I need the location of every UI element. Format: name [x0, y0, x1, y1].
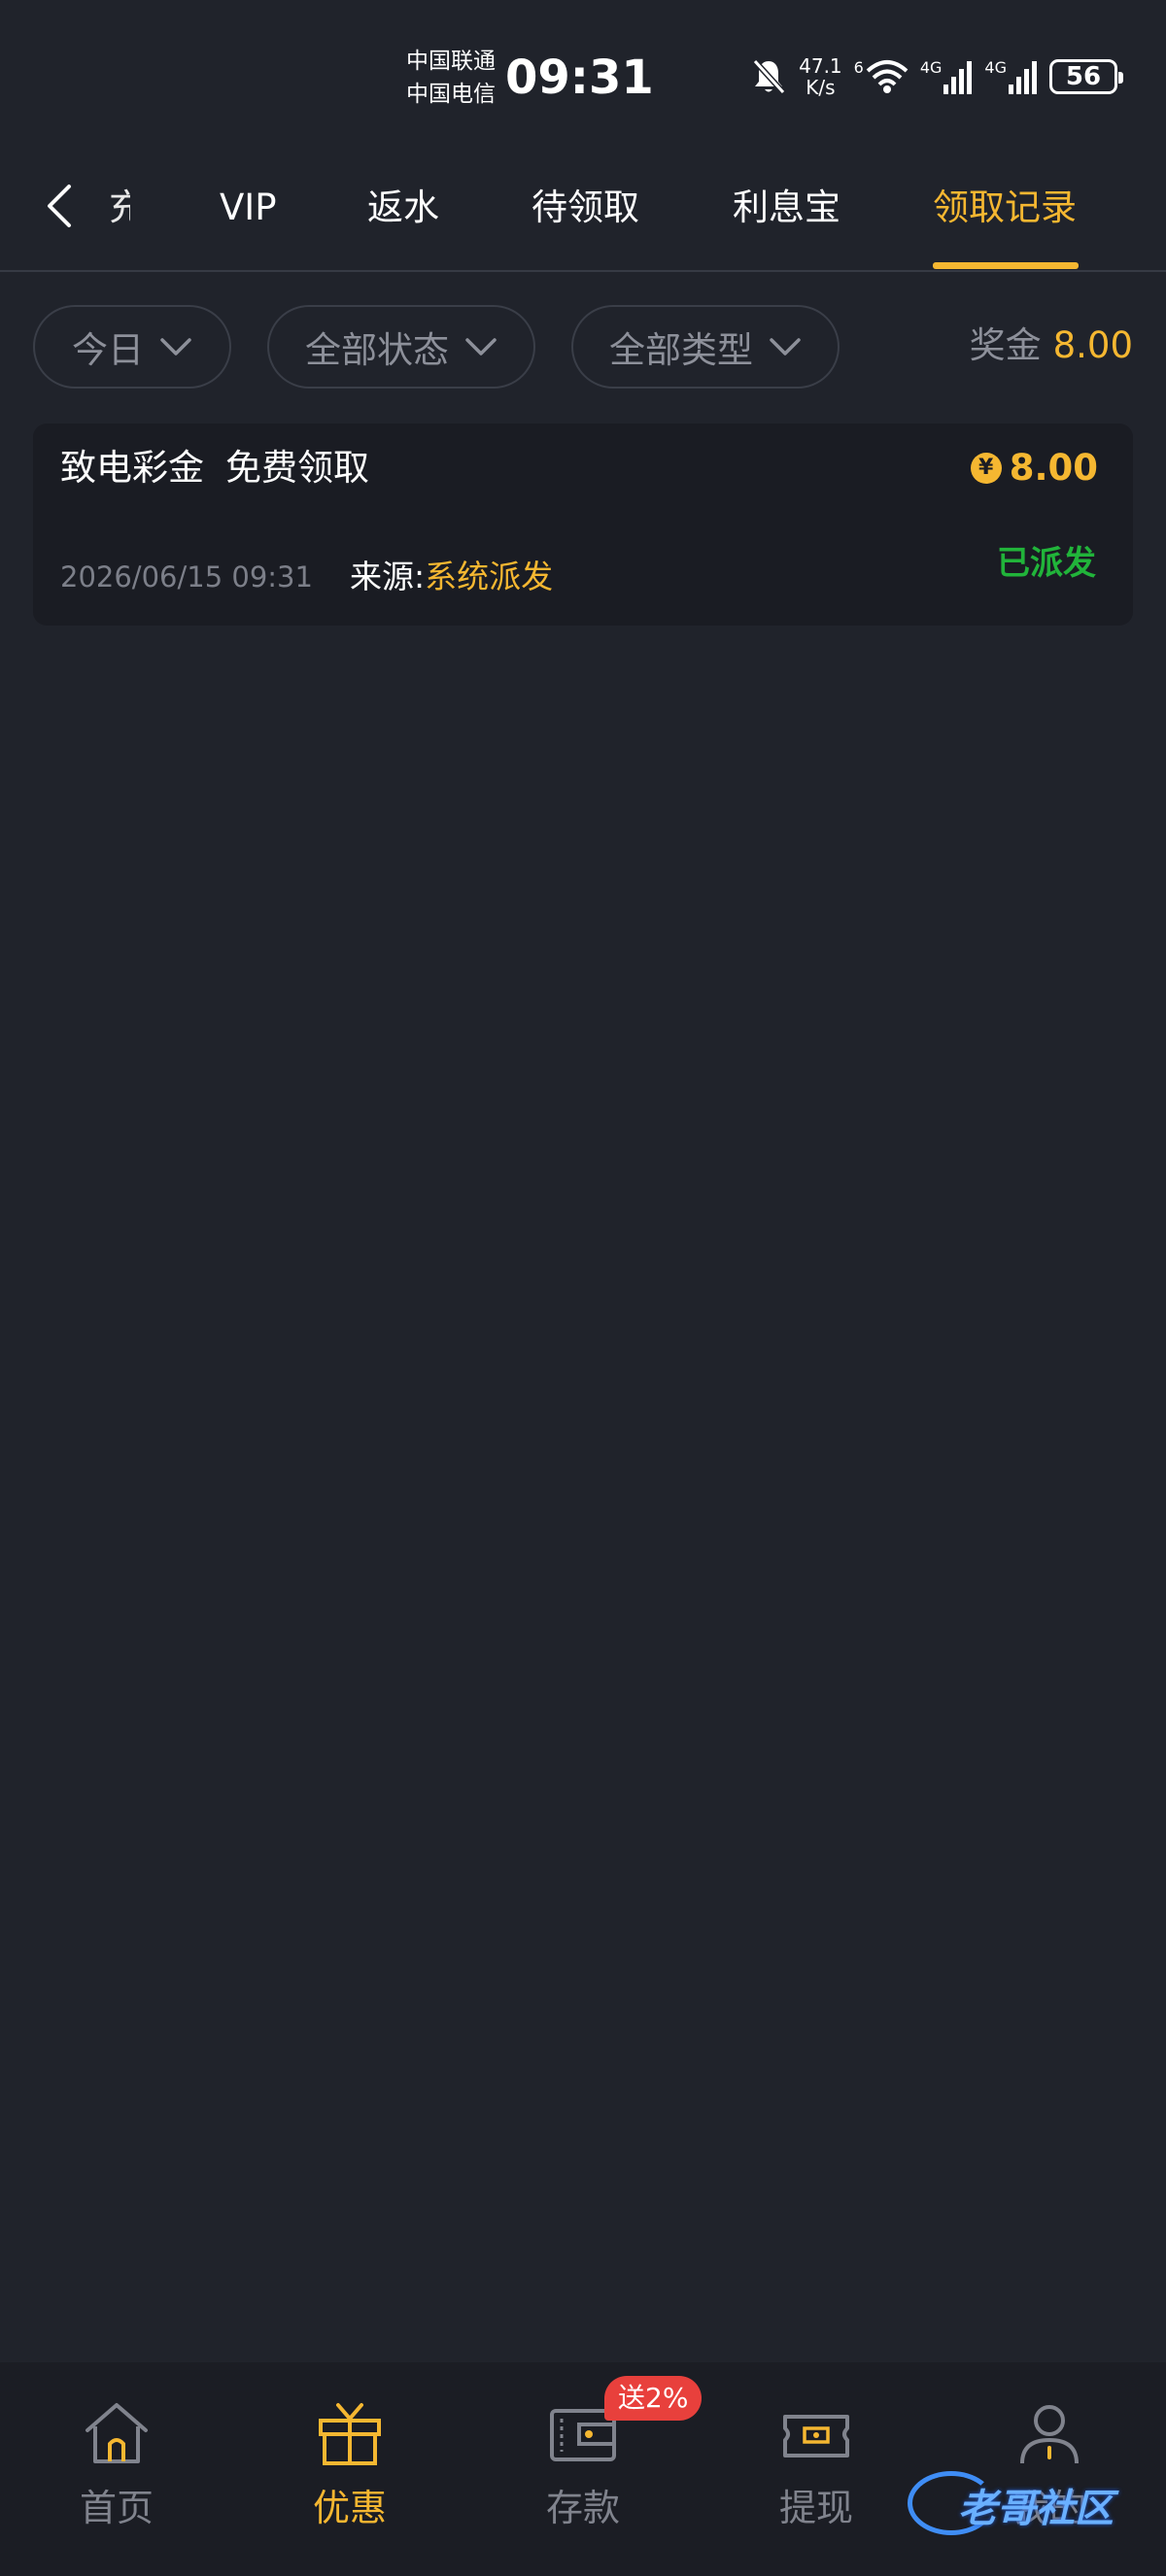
status-filter[interactable]: 全部状态	[267, 305, 535, 389]
wifi-icon	[866, 60, 909, 93]
user-icon	[1020, 2405, 1079, 2464]
record-source-value: 系统派发	[425, 558, 554, 595]
net-speed-unit: K/s	[806, 76, 836, 99]
record-amount-value: 8.00	[1009, 447, 1098, 489]
nav-withdraw[interactable]: 提现	[719, 2362, 913, 2576]
wifi-indicator: 6	[854, 59, 909, 94]
gift-icon	[319, 2403, 381, 2465]
tab-bar: 充 VIP 返水 待领取 利息宝 领取记录	[0, 155, 1166, 272]
tab-rebate[interactable]: 返水	[367, 179, 439, 237]
status-icons: 47.1 K/s 6 4G 4G 56	[750, 52, 1123, 101]
watermark-text: 老哥社区	[958, 2487, 1114, 2531]
tab-partial[interactable]: 充	[109, 179, 130, 237]
deposit-promo-badge: 送2%	[604, 2376, 703, 2421]
date-filter-label: 今日	[72, 329, 144, 371]
status-bar: 中国联通 中国电信 09:31 47.1 K/s 6 4G 4G 56	[0, 0, 1166, 155]
nav-promotions-label: 优惠	[312, 2487, 387, 2529]
signal-indicator-1: 4G	[920, 59, 974, 94]
active-tab-indicator	[933, 262, 1079, 269]
nav-home-label: 首页	[79, 2487, 154, 2529]
carrier-1: 中国联通	[406, 49, 496, 74]
record-card: 致电彩金 免费领取 ¥ 8.00 2026/06/15 09:31 来源: 系统…	[33, 424, 1133, 626]
type-filter[interactable]: 全部类型	[571, 305, 840, 389]
signal-2-tag: 4G	[984, 58, 1007, 77]
type-filter-label: 全部类型	[609, 329, 753, 371]
chevron-down-icon	[770, 338, 801, 356]
record-amount: ¥ 8.00	[970, 447, 1098, 489]
filter-row: 今日 全部状态 全部类型 奖金 8.00	[0, 305, 1166, 390]
signal-1-tag: 4G	[919, 58, 943, 77]
carrier-2: 中国电信	[406, 82, 496, 107]
bonus-summary: 奖金 8.00	[970, 317, 1133, 375]
record-title-part-1: 致电彩金	[60, 447, 204, 489]
signal-bars-icon	[943, 61, 973, 94]
record-title-part-2: 免费领取	[225, 447, 369, 489]
chevron-down-icon	[465, 338, 497, 356]
status-filter-label: 全部状态	[305, 329, 449, 371]
back-button[interactable]	[37, 177, 80, 235]
tab-claim-history[interactable]: 领取记录	[933, 179, 1077, 237]
record-title: 致电彩金 免费领取	[60, 443, 369, 493]
nav-deposit-label: 存款	[545, 2487, 620, 2529]
chevron-down-icon	[160, 338, 191, 356]
network-speed: 47.1 K/s	[799, 55, 842, 98]
chevron-left-icon	[48, 185, 71, 227]
tab-pending-claim[interactable]: 待领取	[532, 179, 639, 237]
tab-vip[interactable]: VIP	[220, 179, 277, 237]
date-filter[interactable]: 今日	[33, 305, 231, 389]
nav-home[interactable]: 首页	[19, 2362, 214, 2576]
bonus-summary-amount: 8.00	[1052, 324, 1133, 366]
watermark-logo: 老哥社区	[904, 2467, 1147, 2545]
status-clock: 09:31	[505, 51, 654, 105]
battery-indicator: 56	[1049, 59, 1123, 94]
withdraw-icon	[783, 2415, 849, 2457]
record-source-label: 来源:	[350, 558, 426, 595]
bell-muted-icon	[752, 58, 786, 95]
yuan-coin-icon: ¥	[970, 452, 1002, 484]
net-speed-value: 47.1	[799, 54, 842, 78]
signal-indicator-2: 4G	[984, 59, 1038, 94]
home-icon	[86, 2403, 148, 2463]
bonus-summary-label: 奖金	[969, 324, 1042, 366]
wifi-tag: 6	[853, 58, 864, 77]
nav-promotions[interactable]: 优惠	[253, 2362, 447, 2576]
record-datetime: 2026/06/15 09:31	[60, 560, 313, 593]
carrier-names: 中国联通 中国电信	[406, 45, 496, 111]
tab-interest[interactable]: 利息宝	[733, 179, 840, 237]
nav-deposit[interactable]: 送2% 存款	[486, 2362, 703, 2576]
nav-withdraw-label: 提现	[778, 2487, 853, 2529]
record-source: 来源: 系统派发	[350, 554, 553, 600]
record-status: 已派发	[997, 544, 1096, 583]
signal-bars-icon	[1009, 61, 1037, 94]
